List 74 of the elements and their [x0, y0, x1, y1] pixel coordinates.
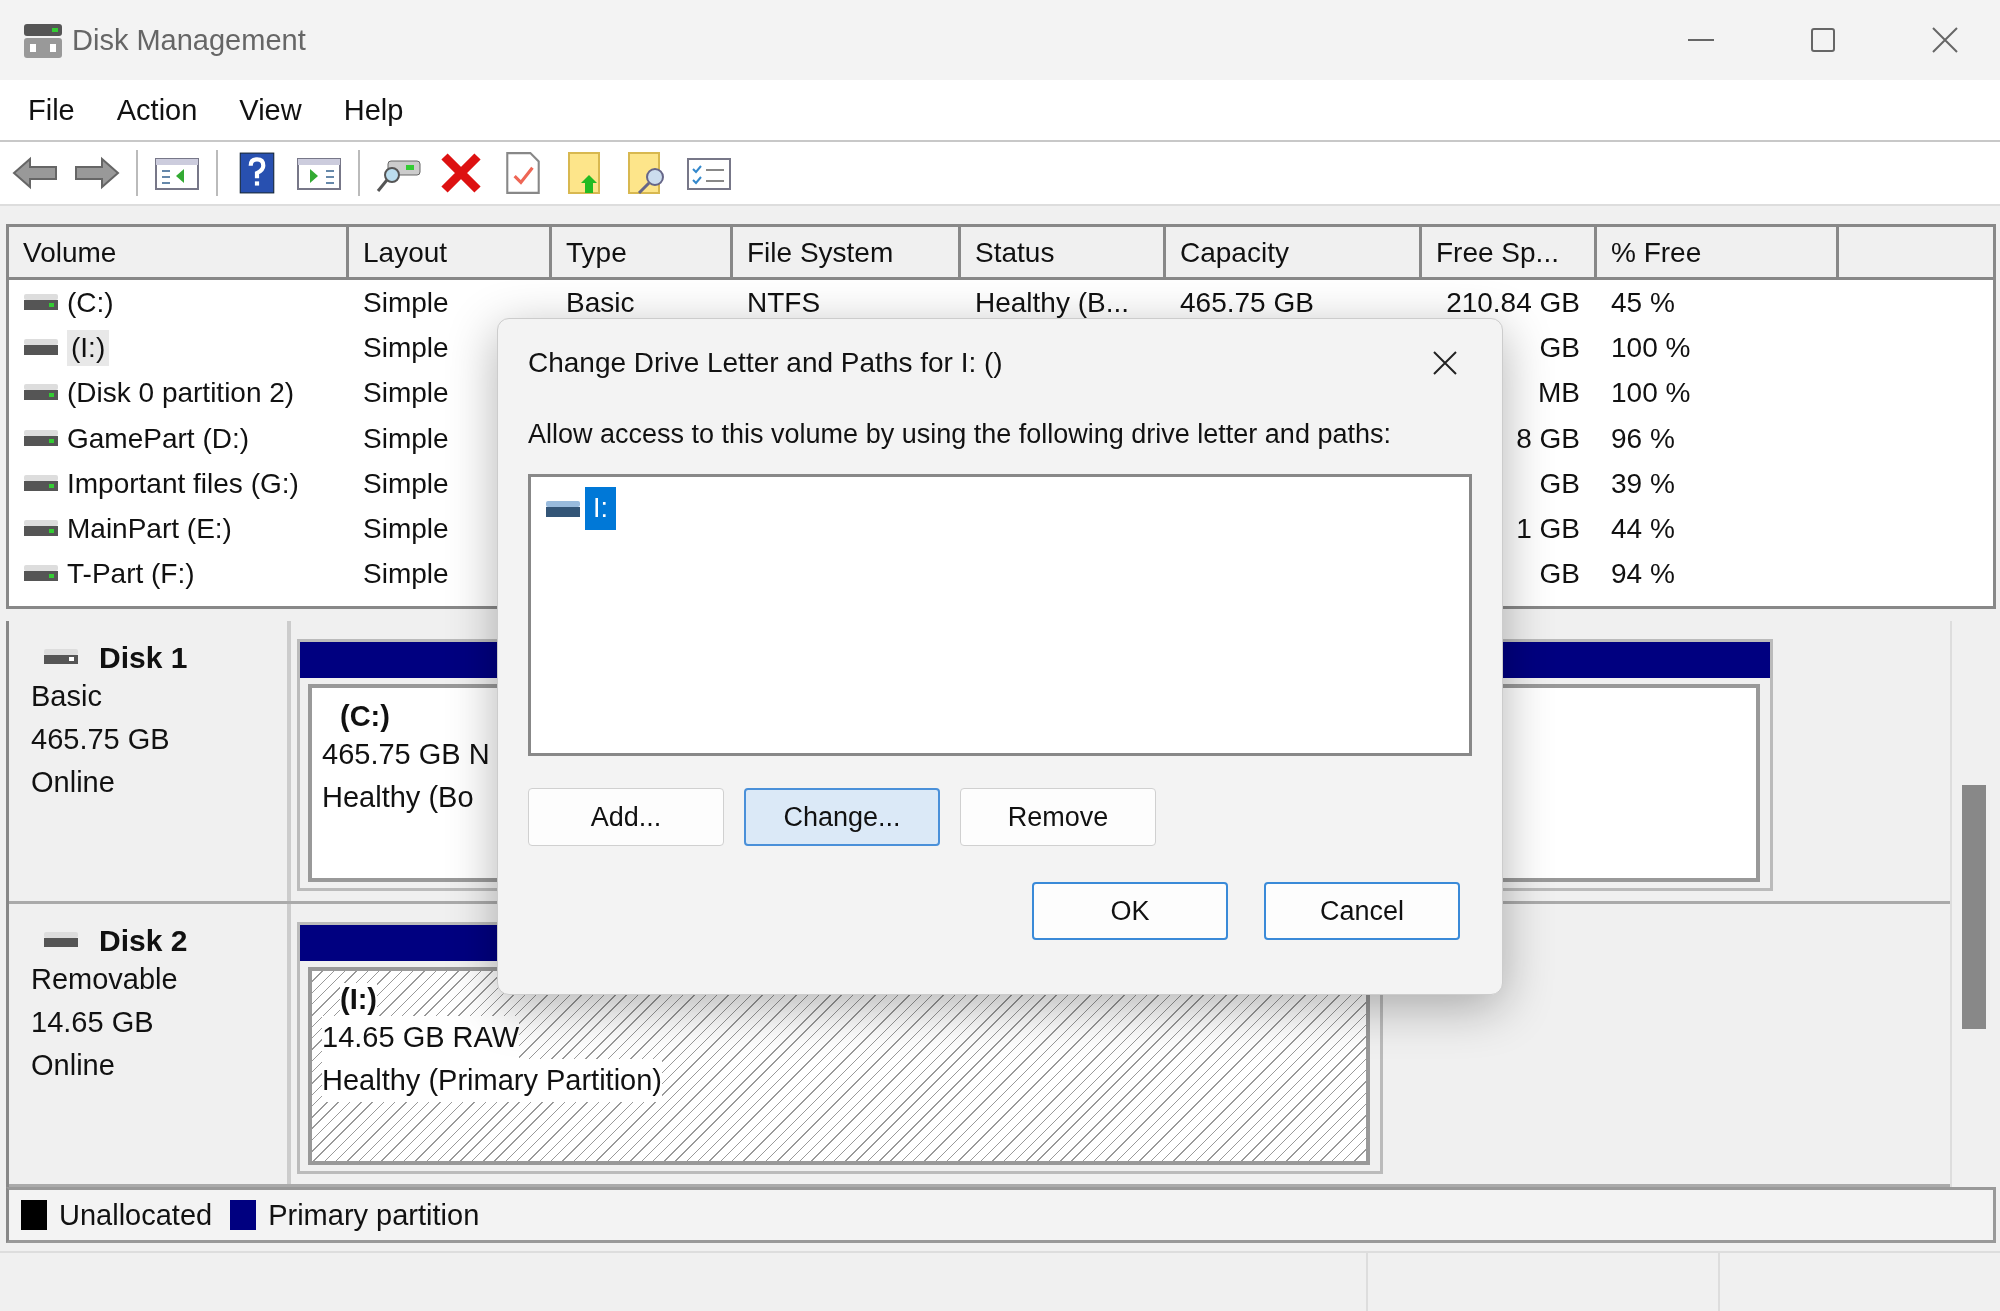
- table-cell: Basic: [566, 286, 635, 319]
- table-cell[interactable]: T-Part (F:): [67, 558, 195, 591]
- disk-detail: 14.65 GB: [31, 1005, 155, 1040]
- table-cell: NTFS: [747, 286, 821, 319]
- table-cell: 8 GB: [1516, 422, 1580, 455]
- table-cell: Healthy (B...: [975, 286, 1130, 319]
- table-cell: GB: [1539, 467, 1580, 500]
- table-cell: Simple: [363, 331, 449, 364]
- disk-detail: Removable: [31, 962, 179, 997]
- disk-detail: Basic: [31, 679, 103, 714]
- dialog-button[interactable]: OK: [1032, 882, 1228, 940]
- table-cell[interactable]: (C:): [67, 286, 114, 319]
- legend-label: Primary partition: [268, 1198, 480, 1232]
- table-cell: Simple: [363, 467, 449, 500]
- table-cell: GB: [1539, 331, 1580, 364]
- partition-name: (I:): [340, 983, 378, 1016]
- table-cell: Simple: [363, 558, 449, 591]
- table-cell: 210.84 GB: [1446, 286, 1580, 319]
- window-title: Disk Management: [72, 23, 306, 57]
- column-header[interactable]: Type: [552, 227, 733, 277]
- table-cell: Simple: [363, 286, 449, 319]
- delete-icon[interactable]: [438, 151, 484, 195]
- column-header[interactable]: Free Sp...: [1422, 227, 1597, 277]
- table-cell: Simple: [363, 513, 449, 546]
- table-cell[interactable]: (I:): [67, 329, 110, 366]
- table-cell: 45 %: [1611, 286, 1675, 319]
- drive-icon: [23, 337, 59, 358]
- disk-detail: 465.75 GB: [31, 722, 171, 757]
- dialog-button[interactable]: Cancel: [1264, 882, 1460, 940]
- table-cell: MB: [1538, 377, 1580, 410]
- drive-icon: [23, 292, 59, 313]
- drive-icon: [23, 428, 59, 449]
- path-item[interactable]: I:: [585, 487, 616, 530]
- table-cell: 44 %: [1611, 513, 1675, 546]
- menu-item[interactable]: File: [28, 93, 75, 127]
- table-cell: 1 GB: [1516, 513, 1580, 546]
- column-header[interactable]: Volume: [9, 227, 349, 277]
- table-cell: 100 %: [1611, 331, 1691, 364]
- dialog-button[interactable]: Add...: [528, 788, 724, 846]
- column-header[interactable]: Capacity: [1166, 227, 1422, 277]
- table-cell: 39 %: [1611, 467, 1675, 500]
- scrollbar-thumb[interactable]: [1962, 785, 1986, 1029]
- disk-detail: Online: [31, 765, 116, 800]
- column-header[interactable]: Status: [961, 227, 1166, 277]
- column-header[interactable]: % Free: [1597, 227, 1839, 277]
- maximize-icon[interactable]: [1808, 25, 1838, 55]
- table-cell: Simple: [363, 422, 449, 455]
- table-cell: 96 %: [1611, 422, 1675, 455]
- table-cell[interactable]: GamePart (D:): [67, 422, 250, 455]
- disk-name: Disk 1: [99, 641, 188, 675]
- table-cell[interactable]: Important files (G:): [67, 467, 299, 500]
- table-cell: Simple: [363, 377, 449, 410]
- partition-detail: Healthy (Primary Partition): [322, 1059, 663, 1102]
- dialog-button[interactable]: Remove: [960, 788, 1156, 846]
- dialog-title: Change Drive Letter and Paths for I: (): [528, 347, 1003, 379]
- menu-item[interactable]: Action: [116, 93, 198, 127]
- table-cell: 94 %: [1611, 558, 1675, 591]
- table-cell[interactable]: MainPart (E:): [67, 513, 232, 546]
- dialog-prompt: Allow access to this volume by using the following drive letter and paths:: [528, 419, 1392, 450]
- disk-name: Disk 2: [99, 924, 188, 958]
- dialog-button[interactable]: Change...: [744, 788, 940, 846]
- disk-detail: Online: [31, 1048, 116, 1083]
- menu-item[interactable]: View: [239, 93, 302, 127]
- table-cell: GB: [1539, 558, 1580, 591]
- menu-item[interactable]: Help: [343, 93, 404, 127]
- table-cell: 465.75 GB: [1180, 286, 1314, 319]
- column-header[interactable]: Layout: [349, 227, 552, 277]
- table-cell: 100 %: [1611, 377, 1691, 410]
- partition-detail: 14.65 GB RAW: [322, 1016, 520, 1059]
- legend-label: Unallocated: [59, 1198, 213, 1232]
- table-cell[interactable]: (Disk 0 partition 2): [67, 377, 295, 410]
- drive-icon: [23, 473, 59, 494]
- column-header[interactable]: File System: [733, 227, 961, 277]
- drive-icon: [545, 498, 581, 519]
